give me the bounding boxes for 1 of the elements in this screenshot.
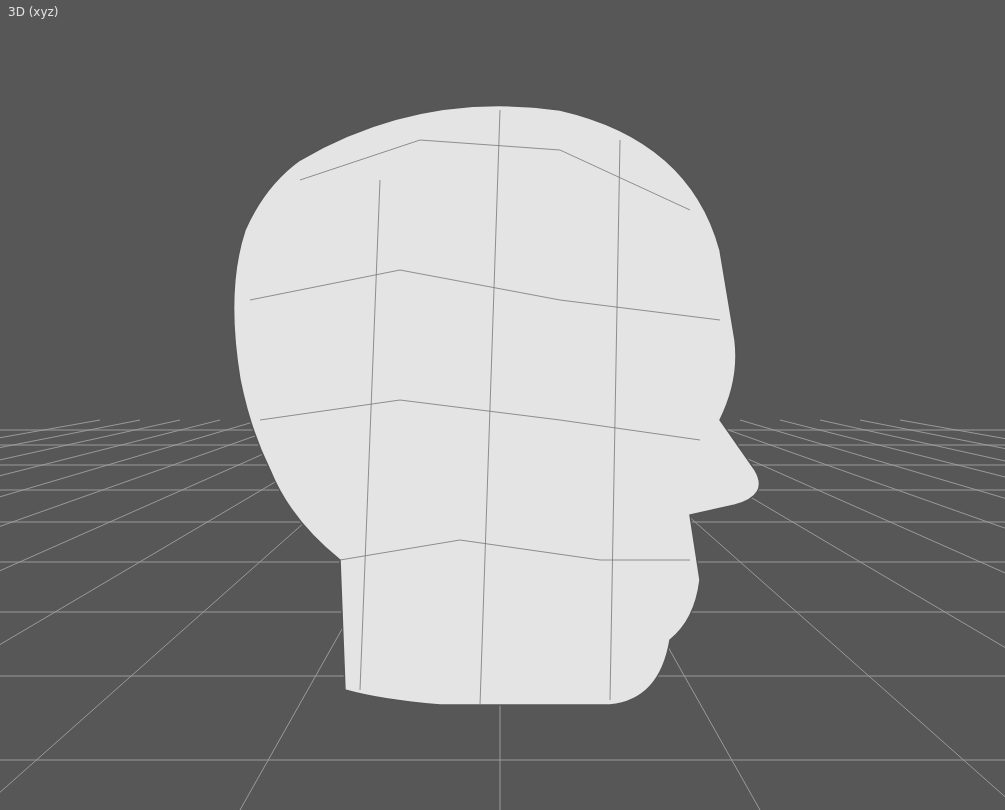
- viewport-label: 3D (xyz): [8, 5, 59, 19]
